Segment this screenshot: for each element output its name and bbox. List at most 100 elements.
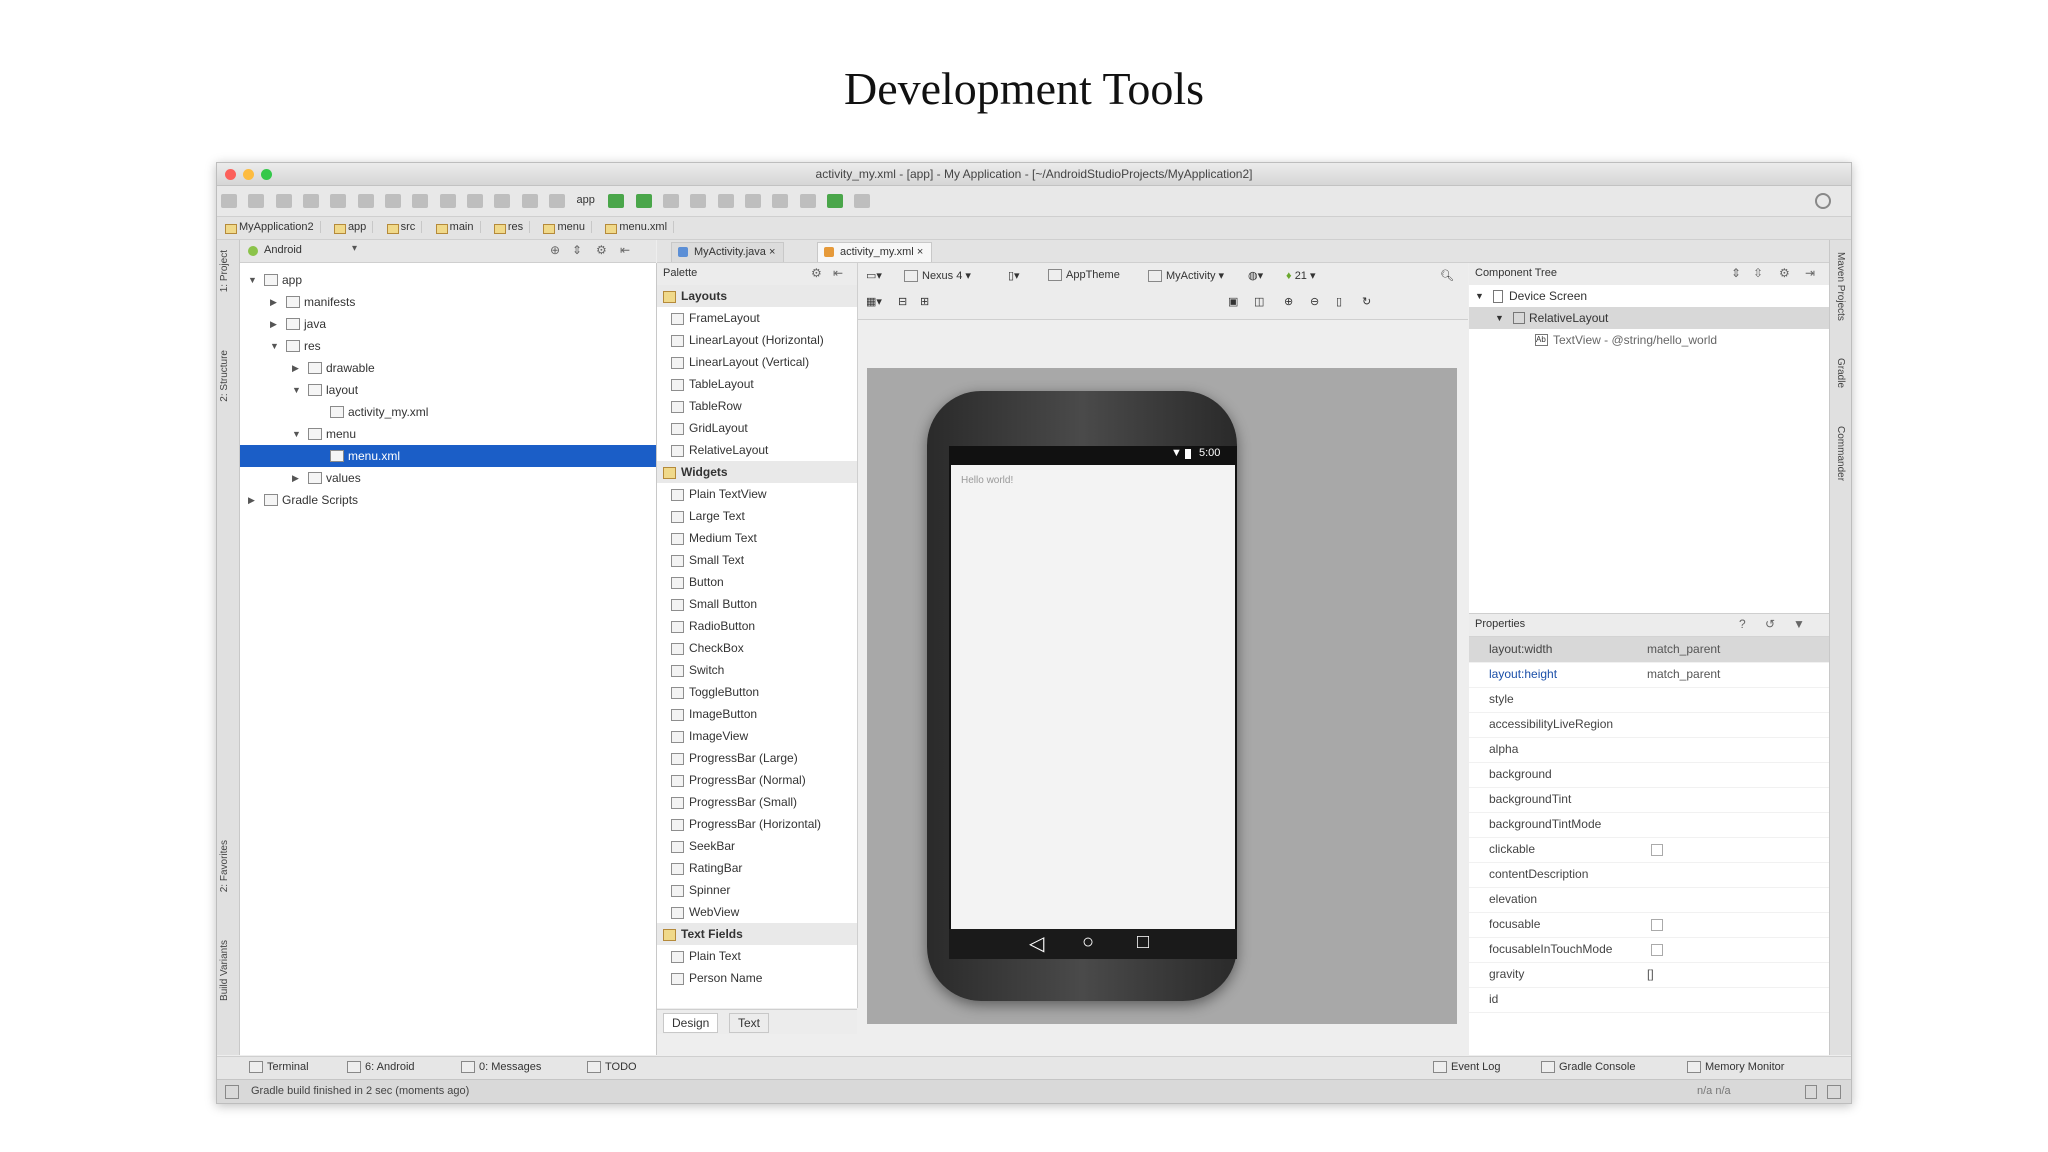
palette-item[interactable]: ToggleButton [657, 681, 857, 703]
breadcrumb-item[interactable]: app [332, 221, 374, 234]
property-checkbox[interactable] [1651, 844, 1663, 856]
make-project-icon[interactable] [549, 194, 566, 208]
palette-item[interactable]: ImageView [657, 725, 857, 747]
structure-tool-tab[interactable]: 2: Structure [219, 350, 230, 402]
sdk-manager-icon[interactable] [799, 194, 816, 208]
favorites-tool-tab[interactable]: 2: Favorites [219, 840, 230, 892]
sync-panel-icon[interactable]: ⊕ [550, 243, 560, 257]
palette-group[interactable]: Widgets [657, 461, 857, 483]
open-icon[interactable] [221, 194, 237, 208]
messages-tool-button[interactable]: 0: Messages [461, 1061, 541, 1074]
layout-width-icon[interactable]: ⊟ [898, 295, 907, 308]
property-row[interactable]: layout:height match_parent [1469, 662, 1829, 688]
expand-arrow-icon[interactable]: ▼ [1495, 307, 1504, 329]
settings-icon[interactable]: ⚙ [811, 266, 822, 280]
hide-panel-icon[interactable]: ⇥ [1805, 266, 1815, 280]
tab-text[interactable]: Text [729, 1013, 770, 1033]
breadcrumb-item[interactable]: main [434, 221, 481, 234]
palette-item[interactable]: ProgressBar (Large) [657, 747, 857, 769]
zoom-actual-icon[interactable]: ◫ [1254, 295, 1264, 308]
palette-item[interactable]: FrameLayout [657, 307, 857, 329]
screenshot-icon[interactable]: ▯ [1336, 295, 1342, 308]
breadcrumb-item[interactable]: menu [541, 221, 592, 234]
toggle-view-icon[interactable]: ▦▾ [866, 295, 882, 308]
attach-debugger-icon[interactable] [662, 194, 679, 208]
property-row[interactable]: clickable [1469, 837, 1829, 863]
lock-icon[interactable] [1805, 1085, 1817, 1099]
collapse-all-icon[interactable]: ⇳ [1753, 266, 1763, 280]
tab-design[interactable]: Design [663, 1013, 719, 1033]
expand-all-icon[interactable]: ⇕ [1731, 266, 1741, 280]
palette-item[interactable]: Large Text [657, 505, 857, 527]
property-row[interactable]: layout:width match_parent [1469, 637, 1829, 663]
help-icon[interactable]: ? [1739, 617, 1746, 631]
palette-item[interactable]: ProgressBar (Horizontal) [657, 813, 857, 835]
component-textview[interactable]: Ab TextView - @string/hello_world [1469, 329, 1829, 351]
expand-arrow-icon[interactable]: ▼ [1475, 285, 1484, 307]
property-row[interactable]: alpha [1469, 737, 1829, 763]
property-row[interactable]: accessibilityLiveRegion [1469, 712, 1829, 738]
collapse-all-icon[interactable]: ⇕ [572, 243, 582, 257]
palette-item[interactable]: Plain TextView [657, 483, 857, 505]
property-value[interactable]: match_parent [1647, 637, 1720, 662]
settings-icon[interactable]: ⚙ [596, 243, 607, 257]
zoom-out-canvas-icon[interactable]: ⊖ [1310, 295, 1319, 308]
hide-panel-icon[interactable]: ⇤ [833, 266, 843, 280]
toggle-tool-windows-icon[interactable] [225, 1085, 239, 1099]
paste-icon[interactable] [412, 194, 429, 208]
property-row[interactable]: background [1469, 762, 1829, 788]
device-screen[interactable]: Hello world! [949, 463, 1237, 933]
help-icon[interactable] [854, 194, 871, 208]
coverage-icon[interactable] [690, 194, 707, 208]
save-icon[interactable] [248, 194, 265, 208]
palette-item[interactable]: TableRow [657, 395, 857, 417]
property-row[interactable]: contentDescription [1469, 862, 1829, 888]
chevron-right-icon[interactable]: ▶ [270, 291, 277, 313]
layout-variants-icon[interactable]: ▭▾ [866, 269, 882, 282]
todo-tool-button[interactable]: TODO [587, 1061, 637, 1074]
project-tree-item[interactable]: ▶ java [240, 313, 656, 335]
api-level-select[interactable]: ♦ 21 ▾ [1286, 269, 1316, 282]
chevron-down-icon[interactable]: ▼ [270, 335, 279, 357]
event-log-tool-button[interactable]: Event Log [1433, 1061, 1501, 1074]
palette-item[interactable]: RelativeLayout [657, 439, 857, 461]
commander-tool-tab[interactable]: Commander [1835, 426, 1846, 481]
sync-icon[interactable] [275, 194, 292, 208]
palette-item[interactable]: Person Name [657, 967, 857, 989]
gradle-tool-tab[interactable]: Gradle [1835, 358, 1846, 388]
settings-icon[interactable]: ⚙ [1779, 266, 1790, 280]
chevron-down-icon[interactable]: ▼ [248, 269, 257, 291]
chevron-down-icon[interactable]: ▼ [292, 423, 301, 445]
zoom-to-fit-icon[interactable]: ▣ [1228, 295, 1238, 308]
palette-item[interactable]: ProgressBar (Normal) [657, 769, 857, 791]
breadcrumb-item[interactable]: res [492, 221, 531, 234]
palette-item[interactable]: SeekBar [657, 835, 857, 857]
run-config-select[interactable]: app [576, 194, 594, 206]
palette-item[interactable]: ImageButton [657, 703, 857, 725]
property-row[interactable]: gravity [] [1469, 962, 1829, 988]
palette-item[interactable]: Spinner [657, 879, 857, 901]
build-variants-tool-tab[interactable]: Build Variants [219, 940, 230, 1001]
memory-monitor-tool-button[interactable]: Memory Monitor [1687, 1061, 1784, 1074]
avd-manager-icon[interactable] [772, 194, 789, 208]
debug-icon[interactable] [635, 194, 652, 208]
activity-select[interactable]: MyActivity ▾ [1148, 269, 1224, 283]
property-checkbox[interactable] [1651, 944, 1663, 956]
property-row[interactable]: style [1469, 687, 1829, 713]
zoom-in-icon[interactable]: 🔍︎ [1440, 269, 1454, 282]
hide-panel-icon[interactable]: ⇤ [620, 243, 630, 257]
hello-world-textview[interactable]: Hello world! [961, 475, 1013, 486]
project-tree-item[interactable]: activity_my.xml [240, 401, 656, 423]
palette-item[interactable]: CheckBox [657, 637, 857, 659]
chevron-right-icon[interactable]: ▶ [292, 357, 299, 379]
cut-icon[interactable] [357, 194, 374, 208]
back-icon[interactable] [494, 194, 511, 208]
terminal-tool-button[interactable]: Terminal [249, 1061, 309, 1074]
palette-group[interactable]: Text Fields [657, 923, 857, 945]
chevron-right-icon[interactable]: ▶ [248, 489, 255, 511]
project-tree-item[interactable]: ▶ manifests [240, 291, 656, 313]
run-icon[interactable] [608, 194, 625, 208]
filter-icon[interactable]: ▼ [1793, 617, 1805, 631]
tab-activity-my-xml[interactable]: activity_my.xml × [817, 242, 933, 262]
device-select[interactable]: Nexus 4 ▾ [904, 269, 971, 283]
